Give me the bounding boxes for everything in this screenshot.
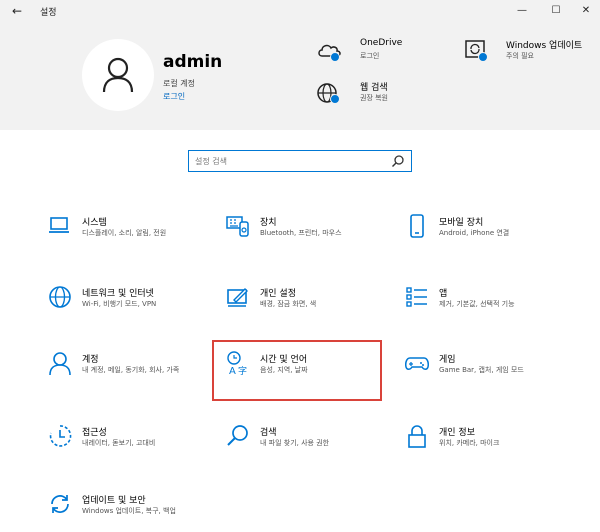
svg-text:A: A [229,366,236,375]
tile-subtitle: 배경, 잠금 화면, 색 [260,300,317,308]
tile-subtitle: Android, iPhone 연결 [439,229,510,237]
tile-subtitle: 제거, 기본값, 선택적 기능 [439,300,515,308]
tile-title: 접근성 [82,428,107,438]
windows-update-subtitle: 주의 필요 [506,52,534,60]
tile-title: 모바일 장치 [439,218,484,228]
lock-icon [408,425,426,448]
tile-title: 장치 [260,218,277,228]
windows-update-title: Windows 업데이트 [506,41,583,51]
account-header: admin 로컬 계정 로그인 OneDrive 로그인 웹 검색 권장 복원 … [0,22,600,130]
window-title: 설정 [40,8,57,18]
tile-subtitle: Wi-Fi, 비행기 모드, VPN [82,300,157,308]
tile-title: 검색 [260,428,277,438]
windows-update-item[interactable]: Windows 업데이트 주의 필요 [464,38,594,66]
status-dot [478,52,488,62]
tile-system[interactable]: 시스템 디스플레이, 소리, 알림, 전원 [48,214,218,270]
tile-accessibility[interactable]: 접근성 내레이터, 돋보기, 고대비 [48,424,218,480]
tile-subtitle: 내 파일 찾기, 사용 권한 [260,439,330,447]
tile-subtitle: 내레이터, 돋보기, 고대비 [82,439,156,447]
tile-privacy[interactable]: 개인 정보 위치, 카메라, 마이크 [405,424,575,480]
sync-icon [51,495,69,513]
accessibility-icon [49,425,72,447]
tile-subtitle: Bluetooth, 프린터, 마우스 [260,229,342,237]
paint-icon [227,288,248,307]
tile-subtitle: 디스플레이, 소리, 알림, 전원 [82,229,167,237]
game-controller-icon [405,357,429,370]
tile-subtitle: 음성, 지역, 날짜 [260,366,308,374]
tile-subtitle: Windows 업데이트, 복구, 백업 [82,507,176,515]
minimize-button[interactable]: — [504,0,540,22]
status-dot [330,52,340,62]
tile-title: 게임 [439,355,456,365]
tile-subtitle: 위치, 카메라, 마이크 [439,439,500,447]
keyboard-icon [226,216,249,237]
username: admin [163,52,223,72]
tile-personalization[interactable]: 개인 설정 배경, 잠금 화면, 색 [226,285,396,341]
svg-text:字: 字 [238,365,247,375]
person-icon [49,352,71,375]
avatar [82,39,154,111]
tile-title: 업데이트 및 보안 [82,496,146,506]
tile-devices[interactable]: 장치 Bluetooth, 프린터, 마우스 [226,214,396,270]
tile-time-language[interactable]: A 字 시간 및 언어 음성, 지역, 날짜 [226,351,396,407]
tile-subtitle: 내 계정, 메일, 동기화, 회사, 가족 [82,366,180,374]
tile-update-security[interactable]: 업데이트 및 보안 Windows 업데이트, 복구, 백업 [48,492,218,532]
tile-title: 계정 [82,355,99,365]
web-search-subtitle: 권장 복원 [360,94,388,102]
tile-title: 시스템 [82,218,107,228]
search-box [188,150,412,172]
magnifier-icon [227,425,248,446]
tile-title: 개인 설정 [260,289,296,299]
tile-title: 시간 및 언어 [260,355,308,365]
web-search-item[interactable]: 웹 검색 권장 복원 [316,80,456,108]
tile-title: 네트워크 및 인터넷 [82,289,154,299]
signin-link[interactable]: 로그인 [163,91,185,102]
account-type-label: 로컬 계정 [163,79,195,88]
tile-accounts[interactable]: 계정 내 계정, 메일, 동기화, 회사, 가족 [48,351,218,407]
status-dot [330,94,340,104]
search-input[interactable] [195,154,385,168]
phone-icon [410,214,424,238]
time-language-icon: A 字 [227,351,247,375]
tile-title: 앱 [439,289,448,299]
onedrive-title: OneDrive [360,38,403,48]
close-button[interactable]: ✕ [568,0,600,22]
tile-gaming[interactable]: 게임 Game Bar, 캡처, 게임 모드 [405,351,575,407]
tile-apps[interactable]: 앱 제거, 기본값, 선택적 기능 [405,285,575,341]
onedrive-item[interactable]: OneDrive 로그인 [316,38,456,66]
laptop-icon [49,217,69,233]
title-bar: ← 설정 — ☐ ✕ [0,0,600,22]
tile-subtitle: Game Bar, 캡처, 게임 모드 [439,366,524,374]
tile-search[interactable]: 검색 내 파일 찾기, 사용 권한 [226,424,396,480]
search-icon[interactable] [391,154,405,168]
user-icon [102,57,134,93]
tile-title: 개인 정보 [439,428,475,438]
apps-list-icon [406,287,427,307]
tile-network[interactable]: 네트워크 및 인터넷 Wi-Fi, 비행기 모드, VPN [48,285,218,341]
web-search-title: 웹 검색 [360,83,388,93]
globe-icon [49,286,71,308]
back-arrow-icon[interactable]: ← [8,3,26,19]
tile-mobile[interactable]: 모바일 장치 Android, iPhone 연결 [405,214,575,270]
onedrive-subtitle: 로그인 [360,52,380,60]
